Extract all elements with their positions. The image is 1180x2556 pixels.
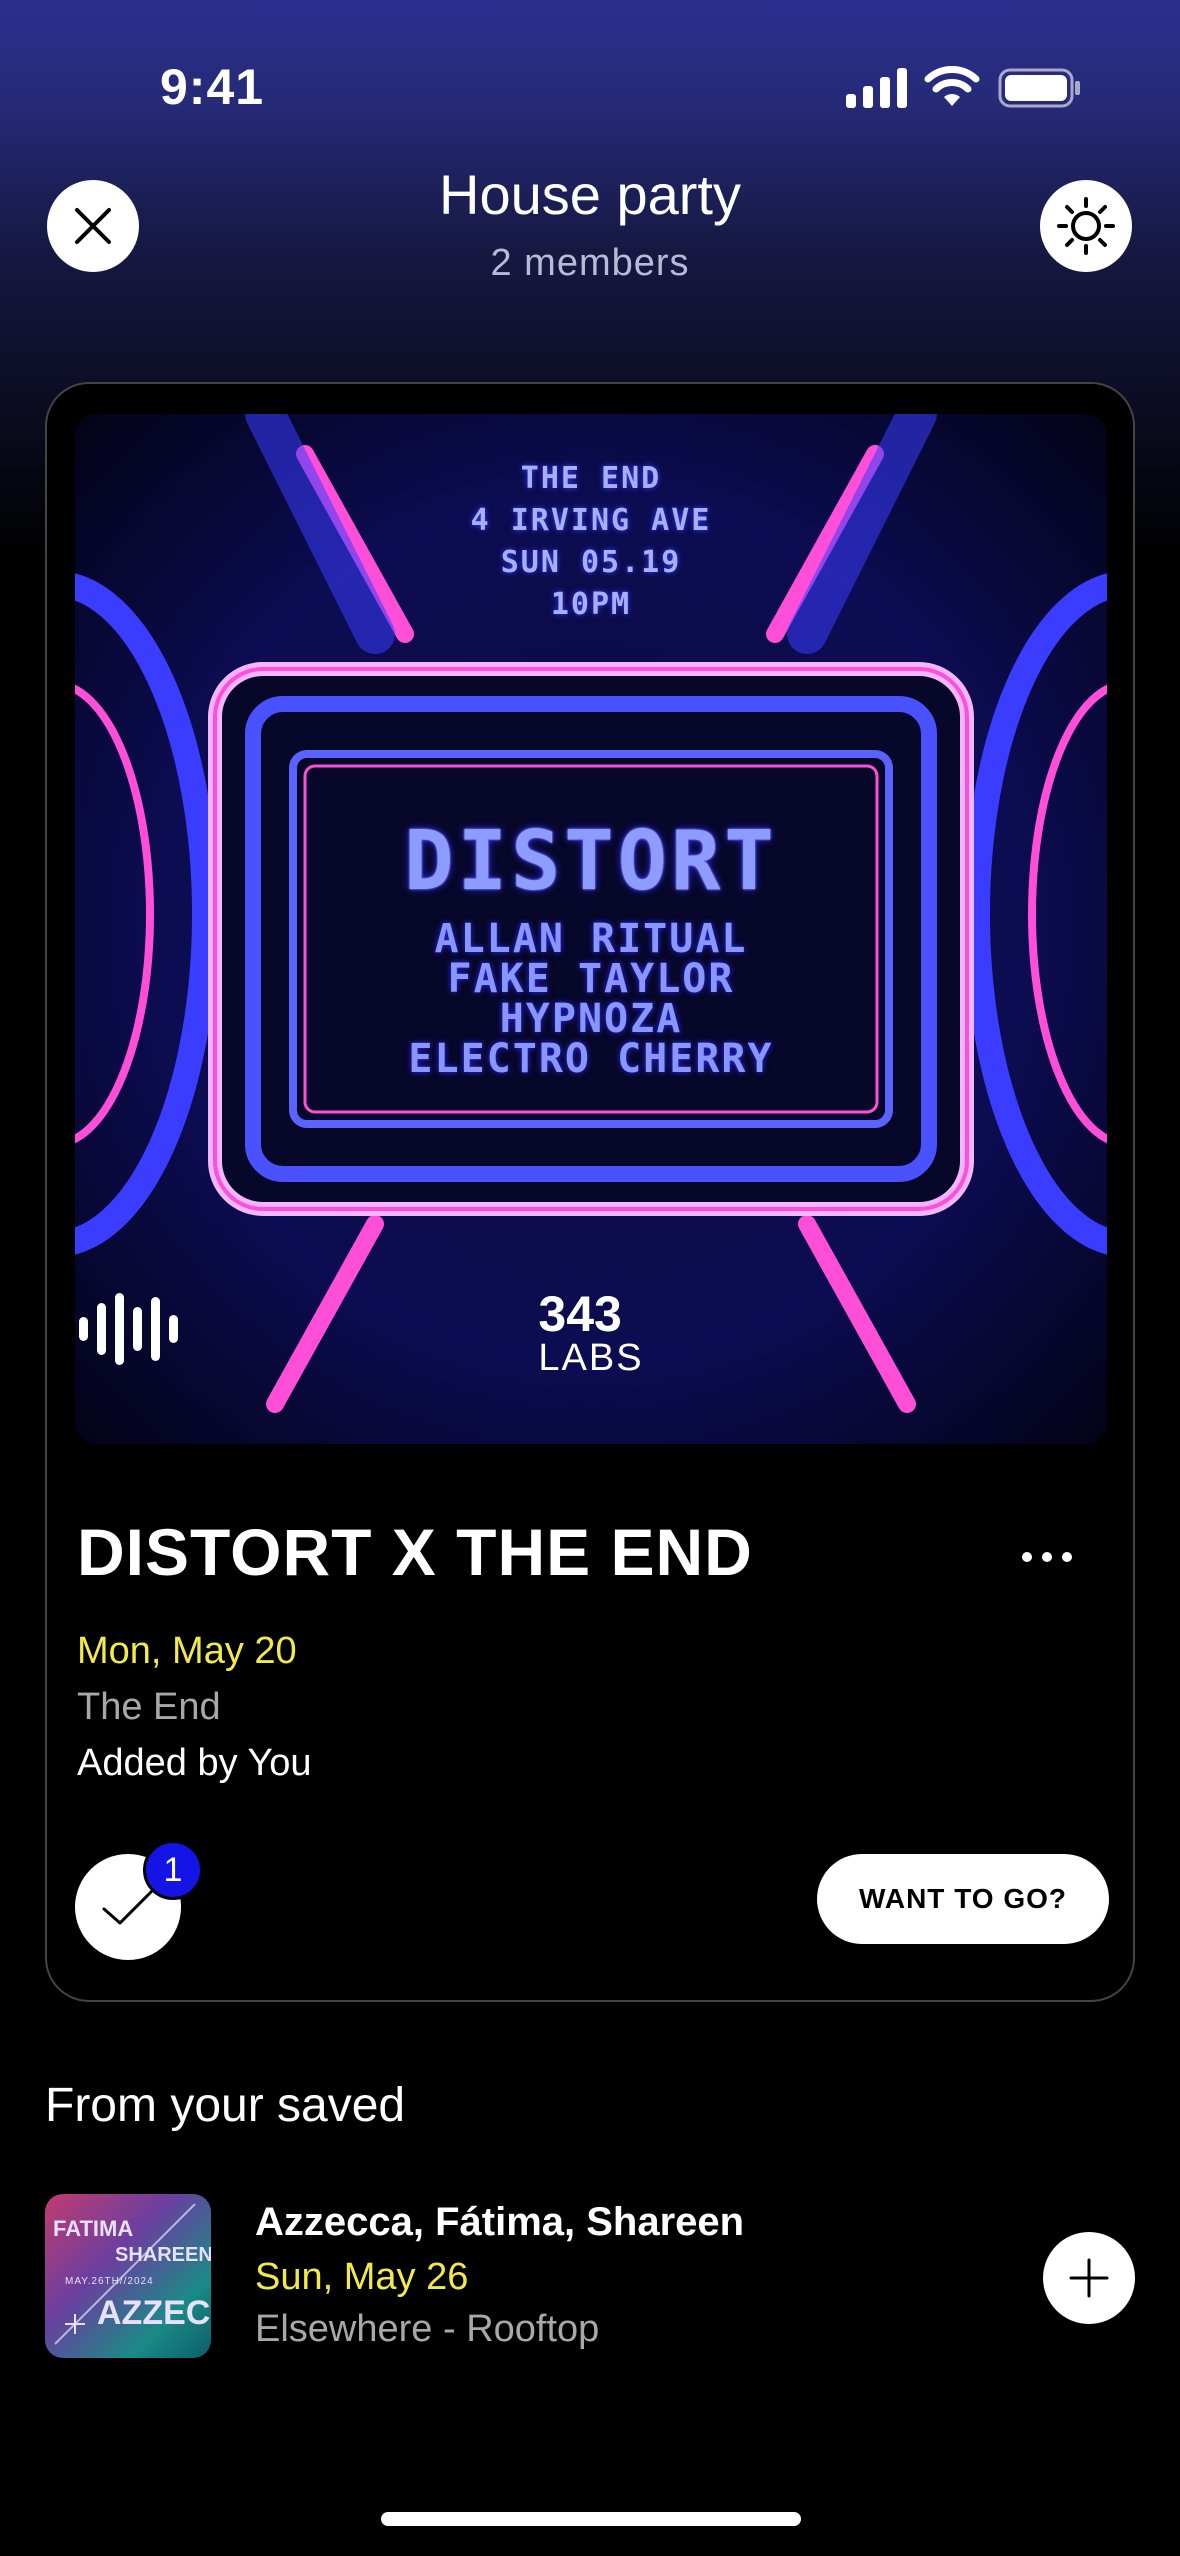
- poster-lineup-artist: HYPNOZA: [499, 996, 683, 1042]
- sun-icon: [1057, 197, 1115, 255]
- poster-logo: 343 LABS: [75, 1289, 1107, 1377]
- check-icon: [102, 1889, 154, 1925]
- event-card[interactable]: THE END 4 IRVING AVE SUN 05.19 10PM DIST…: [45, 382, 1135, 2002]
- poster-headline: DISTORT: [404, 814, 778, 909]
- thumbnail-text: SHAREEN: [115, 2244, 211, 2266]
- signal-icon: [846, 68, 907, 108]
- member-count[interactable]: 2 members: [0, 242, 1180, 285]
- poster-lineup-artist: ALLAN RITUAL: [434, 916, 748, 962]
- status-bar: 9:41: [0, 0, 1180, 170]
- battery-icon: [998, 68, 1080, 108]
- poster-info: THE END 4 IRVING AVE SUN 05.19 10PM: [75, 458, 1107, 626]
- plus-icon: [1069, 2258, 1109, 2298]
- add-to-group-button[interactable]: [1043, 2232, 1135, 2324]
- event-added-by: Added by You: [77, 1742, 312, 1784]
- poster-lineup-artist: FAKE TAYLOR: [447, 956, 735, 1002]
- logo-number: 343: [538, 1286, 622, 1342]
- home-indicator[interactable]: [381, 2512, 801, 2526]
- page-title: House party: [439, 163, 741, 226]
- event-title: DISTORT X THE END: [77, 1515, 753, 1589]
- saved-event-venue: Elsewhere - Rooftop: [255, 2308, 600, 2350]
- poster-info-line: SUN 05.19: [500, 545, 682, 580]
- logo-word: LABS: [538, 1337, 644, 1379]
- event-date: Mon, May 20: [77, 1630, 297, 1672]
- more-options-button[interactable]: [1007, 1532, 1087, 1582]
- poster-lineup: ALLAN RITUAL FAKE TAYLOR HYPNOZA ELECTRO…: [75, 919, 1107, 1079]
- poster-info-line: 10PM: [550, 587, 632, 622]
- saved-event-name: Azzecca, Fátima, Shareen: [255, 2200, 745, 2244]
- event-poster[interactable]: THE END 4 IRVING AVE SUN 05.19 10PM DIST…: [75, 414, 1107, 1444]
- wifi-icon: [924, 66, 980, 106]
- poster-lineup-artist: ELECTRO CHERRY: [408, 1036, 774, 1082]
- saved-section-title: From your saved: [45, 2079, 406, 2132]
- saved-event-date: Sun, May 26: [255, 2256, 469, 2298]
- thumbnail-text: FATIMA: [53, 2216, 134, 2241]
- going-count-badge: 1: [143, 1840, 203, 1900]
- theme-button[interactable]: [1040, 180, 1132, 272]
- event-venue: The End: [77, 1686, 221, 1728]
- saved-event-thumbnail: FATIMA SHAREEN MAY.26TH//2024 AZZECCA: [45, 2194, 211, 2358]
- poster-info-line: THE END: [520, 461, 662, 496]
- want-to-go-button[interactable]: WANT TO GO?: [817, 1854, 1109, 1944]
- poster-info-line: 4 IRVING AVE: [470, 503, 712, 538]
- status-time: 9:41: [160, 59, 265, 115]
- more-icon: [1022, 1552, 1032, 1562]
- sound-wave-icon: [79, 1293, 178, 1365]
- saved-event-item[interactable]: FATIMA SHAREEN MAY.26TH//2024 AZZECCA Az…: [45, 2190, 1135, 2360]
- thumbnail-text: AZZECCA: [97, 2294, 211, 2332]
- thumbnail-text: MAY.26TH//2024: [65, 2276, 154, 2287]
